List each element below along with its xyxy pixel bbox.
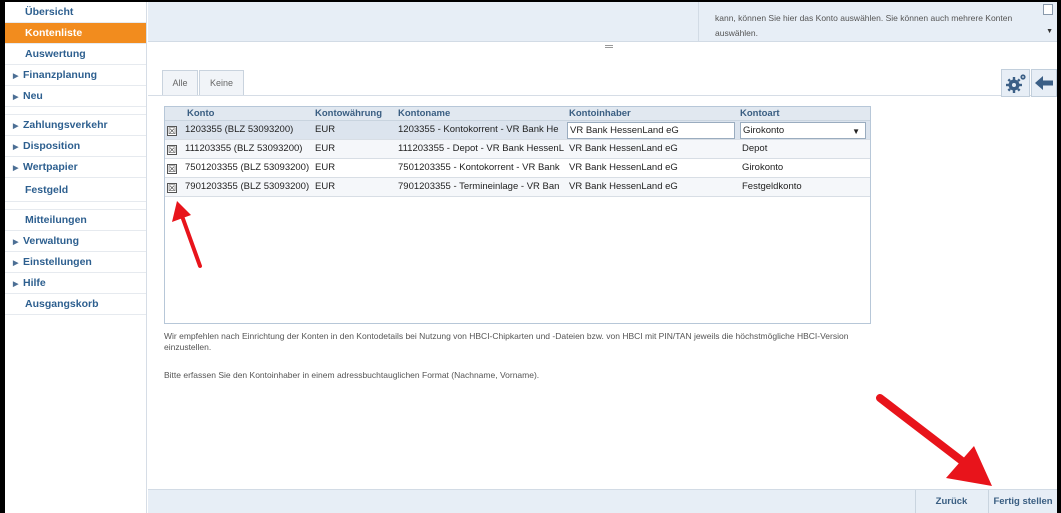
sidebar-item-verwaltung[interactable]: ▶ Verwaltung — [5, 231, 146, 252]
select-all-button[interactable]: Alle — [162, 70, 198, 96]
splitter-handle[interactable] — [605, 45, 613, 48]
info-checkbox[interactable] — [1043, 4, 1053, 15]
cell-konto: 111203355 (BLZ 53093200) — [185, 143, 303, 154]
triangle-right-icon: ▶ — [13, 144, 19, 151]
kontoinhaber-input[interactable]: VR Bank HessenLand eG — [567, 122, 735, 139]
table-row[interactable]: ☒ 7901203355 (BLZ 53093200) EUR 79012033… — [165, 178, 870, 197]
sidebar-item-einstellungen[interactable]: ▶ Einstellungen — [5, 252, 146, 273]
scroll-down-icon[interactable]: ▼ — [1046, 28, 1053, 35]
divider — [148, 95, 1057, 96]
sidebar-item-kontenliste[interactable]: Kontenliste — [5, 23, 146, 44]
sidebar-item-mitteilungen[interactable]: Mitteilungen — [5, 210, 146, 231]
kontoart-select[interactable]: Girokonto ▼ — [740, 122, 866, 139]
info-bar: kann, können Sie hier das Konto auswähle… — [148, 2, 1057, 42]
sidebar-item-auswertung[interactable]: Auswertung — [5, 44, 146, 65]
footer-bar: Zurück Fertig stellen — [148, 489, 1057, 513]
column-header-kontowaehrung[interactable]: Kontowährung — [315, 107, 393, 121]
chevron-down-icon[interactable]: ▼ — [852, 124, 860, 138]
table-header: Konto Kontowährung Kontoname Kontoinhabe… — [165, 107, 870, 121]
cell-kontoname: 111203355 - Depot - VR Bank HessenL — [398, 143, 564, 154]
sidebar-item-disposition[interactable]: ▶ Disposition — [5, 136, 146, 157]
info-hint-text: kann, können Sie hier das Konto auswähle… — [715, 13, 1013, 38]
triangle-right-icon: ▶ — [13, 281, 19, 288]
finish-button[interactable]: Fertig stellen — [988, 490, 1057, 513]
triangle-right-icon: ▶ — [13, 94, 19, 101]
triangle-right-icon: ▶ — [13, 239, 19, 246]
table-row[interactable]: ☒ 7501203355 (BLZ 53093200) EUR 75012033… — [165, 159, 870, 178]
settings-button[interactable] — [1001, 69, 1030, 97]
cell-kontoinhaber: VR Bank HessenLand eG — [569, 162, 678, 173]
column-header-kontoinhaber[interactable]: Kontoinhaber — [569, 107, 729, 121]
sidebar-item-festgeld[interactable]: Festgeld — [5, 178, 146, 202]
sidebar-item-wertpapier[interactable]: ▶ Wertpapier — [5, 157, 146, 178]
accounts-table: Konto Kontowährung Kontoname Kontoinhabe… — [164, 106, 871, 324]
sidebar-spacer — [5, 107, 146, 115]
row-checkbox[interactable]: ☒ — [167, 164, 177, 174]
back-arrow-button[interactable] — [1031, 69, 1057, 97]
cell-kontoinhaber: VR Bank HessenLand eG — [569, 143, 678, 154]
red-arrow-down-right-icon — [876, 394, 992, 486]
red-arrow-up-icon — [172, 201, 202, 268]
cell-kontoart: Girokonto — [742, 162, 784, 173]
cell-waehrung: EUR — [315, 162, 336, 173]
cell-kontoname: 7501203355 - Kontokorrent - VR Bank — [398, 162, 560, 173]
cell-kontoart: Depot — [742, 143, 768, 154]
row-checkbox[interactable]: ☒ — [167, 126, 177, 136]
column-header-kontoname[interactable]: Kontoname — [398, 107, 558, 121]
sidebar-item-zahlungsverkehr[interactable]: ▶ Zahlungsverkehr — [5, 115, 146, 136]
triangle-right-icon: ▶ — [13, 165, 19, 172]
cell-waehrung: EUR — [315, 143, 336, 154]
frame-right — [1057, 0, 1061, 513]
sidebar-item-ausgangskorb[interactable]: Ausgangskorb — [5, 294, 146, 315]
cell-konto: 1203355 (BLZ 53093200) — [185, 124, 294, 135]
kontoart-select-value: Girokonto — [743, 125, 785, 136]
cell-waehrung: EUR — [315, 181, 336, 192]
cell-kontoname: 7901203355 - Termineinlage - VR Ban — [398, 181, 560, 192]
row-checkbox[interactable]: ☒ — [167, 145, 177, 155]
triangle-right-icon: ▶ — [13, 123, 19, 130]
gear-icon — [1006, 74, 1026, 93]
hbci-hint-text: Wir empfehlen nach Einrichtung der Konte… — [164, 331, 849, 352]
select-none-button[interactable]: Keine — [199, 70, 244, 96]
arrow-left-icon — [1035, 76, 1053, 90]
sidebar-spacer — [5, 202, 146, 210]
row-checkbox[interactable]: ☒ — [167, 183, 177, 193]
table-row[interactable]: ☒ 111203355 (BLZ 53093200) EUR 111203355… — [165, 140, 870, 159]
sidebar-item-neu[interactable]: ▶ Neu — [5, 86, 146, 107]
cell-konto: 7501203355 (BLZ 53093200) — [185, 162, 310, 173]
table-row[interactable]: ☒ 1203355 (BLZ 53093200) EUR 1203355 - K… — [165, 121, 870, 140]
cell-konto: 7901203355 (BLZ 53093200) — [185, 181, 310, 192]
back-button[interactable]: Zurück — [915, 490, 987, 513]
cell-waehrung: EUR — [315, 124, 336, 135]
cell-kontoart: Festgeldkonto — [742, 181, 802, 192]
cell-kontoinhaber: VR Bank HessenLand eG — [569, 181, 678, 192]
cell-kontoname: 1203355 - Kontokorrent - VR Bank He — [398, 124, 559, 135]
sidebar: Übersicht Kontenliste Auswertung ▶ Finanz… — [5, 2, 147, 513]
sidebar-item-uebersicht[interactable]: Übersicht — [5, 2, 146, 23]
info-hint: kann, können Sie hier das Konto auswähle… — [698, 2, 1050, 42]
triangle-right-icon: ▶ — [13, 73, 19, 80]
kontoinhaber-hint-text: Bitte erfassen Sie den Kontoinhaber in e… — [164, 370, 540, 380]
column-header-kontoart[interactable]: Kontoart — [740, 107, 860, 121]
triangle-right-icon: ▶ — [13, 260, 19, 267]
sidebar-item-finanzplanung[interactable]: ▶ Finanzplanung — [5, 65, 146, 86]
sidebar-item-hilfe[interactable]: ▶ Hilfe — [5, 273, 146, 294]
column-header-konto[interactable]: Konto — [187, 107, 307, 121]
